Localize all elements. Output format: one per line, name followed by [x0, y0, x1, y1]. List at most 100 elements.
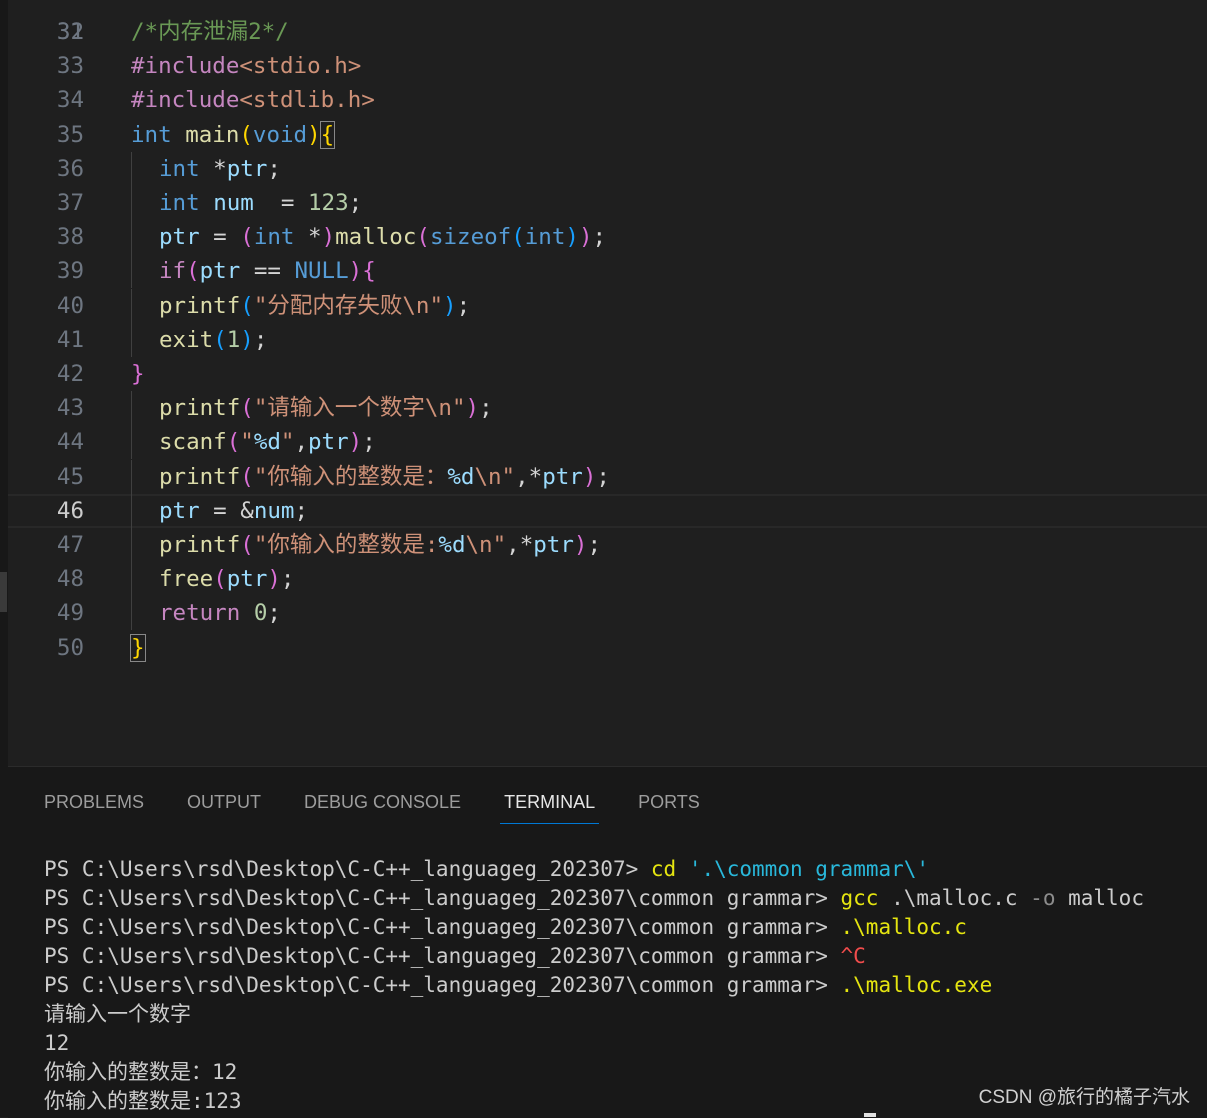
- code-line-partial: 31: [0, 0, 1207, 45]
- code-token: ;: [294, 497, 309, 524]
- line-number: 44: [56, 429, 84, 456]
- terminal-segment: 12: [44, 1031, 70, 1055]
- code-line[interactable]: 35 int main(void){: [0, 118, 1207, 152]
- code-token: 0: [253, 600, 268, 627]
- tab-debug-console[interactable]: DEBUG CONSOLE: [304, 787, 461, 823]
- code-token: ptr: [542, 463, 583, 490]
- code-token: %d: [447, 463, 475, 490]
- indent-guide: [131, 254, 132, 289]
- terminal-output[interactable]: PS C:\Users\rsd\Desktop\C-C++_languageg_…: [44, 855, 1144, 1116]
- code-line[interactable]: 36 int *ptr;: [0, 151, 1207, 186]
- code-editor[interactable]: 31 32 /*内存泄漏2*/33 #include<stdio.h> 34 #incl…: [0, 0, 1207, 766]
- code-token: ;: [362, 429, 376, 456]
- scrollbar-thumb[interactable]: [0, 572, 7, 612]
- code-token: ): [582, 463, 597, 490]
- terminal-line: PS C:\Users\rsd\Desktop\C-C++_languageg_…: [44, 855, 1144, 884]
- code-token: #include: [131, 53, 240, 80]
- code-token: \n": [465, 532, 507, 558]
- indent-guide: [131, 562, 132, 597]
- code-token: exit: [159, 326, 214, 353]
- code-text: /*内存泄漏2*/: [131, 15, 289, 49]
- code-line[interactable]: 42}: [0, 357, 1207, 391]
- code-token: ): [573, 532, 588, 558]
- code-token: malloc: [335, 224, 417, 251]
- code-line[interactable]: 44 scanf("%d",ptr);: [0, 425, 1207, 460]
- terminal-segment: 你输入的整数是：12: [44, 1060, 238, 1084]
- code-line[interactable]: 43 printf("请输入一个数字\n");: [0, 391, 1207, 426]
- code-text: printf("你输入的整数是:%d\n",*ptr);: [159, 528, 601, 562]
- code-token: ): [240, 326, 254, 353]
- code-token: (: [226, 429, 241, 456]
- code-line[interactable]: 47 printf("你输入的整数是:%d\n",*ptr);: [0, 528, 1207, 562]
- code-token: ;: [456, 292, 471, 319]
- code-token: (: [213, 326, 227, 353]
- code-token: ptr: [308, 429, 349, 456]
- code-token: ptr: [159, 224, 200, 251]
- code-token: (: [240, 395, 254, 422]
- code-token: ;: [280, 566, 295, 593]
- code-line[interactable]: 49 return 0;: [0, 596, 1207, 631]
- code-line[interactable]: 40 printf("分配内存失败\n");: [0, 288, 1207, 323]
- code-line[interactable]: 46 ptr = &num;: [0, 493, 1207, 528]
- code-token: (: [213, 566, 227, 593]
- terminal-segment: [676, 857, 689, 881]
- code-token: ): [348, 429, 363, 456]
- activity-edge: [0, 0, 8, 1117]
- code-line[interactable]: 39 if(ptr == NULL){: [0, 254, 1207, 289]
- code-line[interactable]: 33 #include<stdio.h>: [0, 49, 1207, 83]
- code-line[interactable]: 32 /*内存泄漏2*/: [0, 15, 1207, 49]
- terminal-cursor: [864, 1113, 876, 1117]
- code-token: int: [159, 155, 200, 182]
- indent-guide: [131, 493, 132, 528]
- code-token: {: [319, 120, 336, 149]
- code-token: 1: [226, 326, 241, 353]
- code-token: {: [362, 258, 376, 285]
- code-token: ;: [587, 532, 601, 558]
- code-token: ptr: [199, 258, 241, 285]
- code-token: =: [199, 224, 241, 251]
- code-line[interactable]: 41 exit(1);: [0, 322, 1207, 357]
- terminal-segment: 请输入一个数字: [44, 1002, 191, 1026]
- code-token: "你输入的整数是:: [253, 532, 439, 558]
- indent-guide: [131, 391, 132, 426]
- code-token: (: [240, 292, 254, 319]
- code-line[interactable]: 38 ptr = (int *)malloc(sizeof(int));: [0, 220, 1207, 255]
- tab-output[interactable]: OUTPUT: [187, 787, 261, 823]
- terminal-line: PS C:\Users\rsd\Desktop\C-C++_languageg_…: [44, 913, 1144, 942]
- code-line[interactable]: 48 free(ptr);: [0, 562, 1207, 597]
- code-line[interactable]: 34 #include<stdlib.h>: [0, 83, 1207, 117]
- code-text: #include<stdlib.h>: [131, 83, 375, 117]
- code-token: void: [252, 121, 308, 148]
- terminal-segment: -o: [1030, 886, 1056, 910]
- code-token: ptr: [226, 566, 268, 593]
- terminal-segment: '.\common grammar\': [688, 857, 930, 881]
- terminal-segment: PS C:\Users\rsd\Desktop\C-C++_languageg_…: [44, 973, 841, 997]
- panel-tabs: PROBLEMS OUTPUT DEBUG CONSOLE TERMINAL PORTS: [44, 787, 743, 827]
- terminal-segment: PS C:\Users\rsd\Desktop\C-C++_languageg_…: [44, 915, 841, 939]
- code-token: ptr: [226, 155, 268, 182]
- code-token: ptr: [159, 497, 200, 524]
- code-token: ==: [240, 258, 295, 285]
- code-text: printf("你输入的整数是：%d\n",*ptr);: [159, 460, 610, 494]
- terminal-segment: 你输入的整数是:123: [44, 1089, 242, 1113]
- code-token: %d: [253, 429, 281, 456]
- code-text: printf("分配内存失败\n");: [159, 289, 470, 323]
- code-token: ;: [253, 326, 268, 353]
- code-line[interactable]: 50}: [0, 631, 1207, 665]
- code-token: ): [465, 395, 480, 422]
- code-token: = &: [199, 497, 254, 524]
- tab-terminal[interactable]: TERMINAL: [500, 787, 600, 824]
- code-token: main: [185, 121, 240, 148]
- code-line[interactable]: 45 printf("你输入的整数是：%d\n",*ptr);: [0, 459, 1207, 494]
- indent-guide: [131, 220, 132, 255]
- code-line[interactable]: 37 int num = 123;: [0, 186, 1207, 220]
- code-token: int: [159, 190, 200, 216]
- tab-problems[interactable]: PROBLEMS: [44, 787, 144, 823]
- indent-guide: [131, 151, 132, 186]
- code-token: <stdlib.h>: [239, 87, 375, 114]
- tab-ports[interactable]: PORTS: [638, 787, 700, 823]
- terminal-segment: PS C:\Users\rsd\Desktop\C-C++_languageg_…: [44, 944, 841, 968]
- line-number: 32: [56, 19, 84, 45]
- indent-guide: [131, 425, 132, 460]
